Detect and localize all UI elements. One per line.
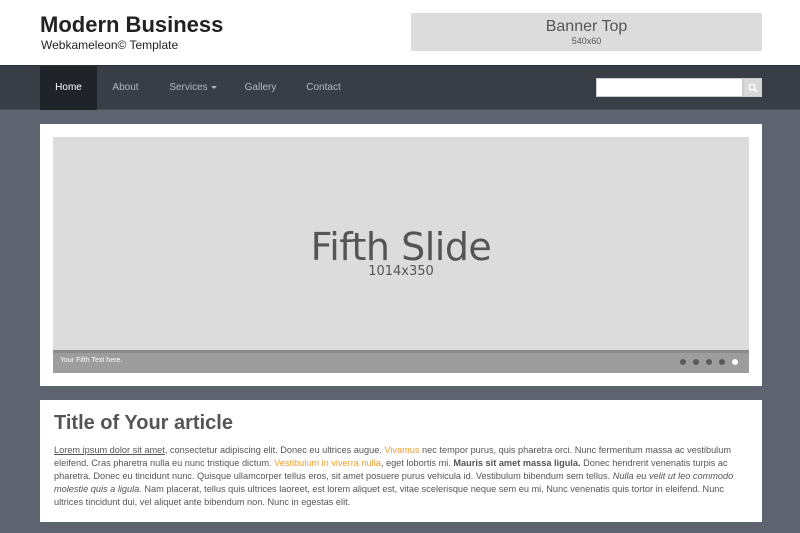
nav-item-label: Contact: [306, 82, 341, 93]
slider-panel: Fifth Slide 1014x350 Your Fifth Text her…: [40, 124, 762, 386]
search-icon: [748, 83, 758, 93]
slide-caption: Your Fifth Text here.: [60, 357, 123, 364]
site-header: Modern Business Webkameleon© Template Ba…: [0, 0, 800, 65]
nav-item-home[interactable]: Home: [40, 66, 97, 110]
carousel-slide[interactable]: Fifth Slide 1014x350 Your Fifth Text her…: [53, 137, 749, 373]
article-bold-text: Mauris sit amet massa ligula.: [453, 458, 581, 468]
banner-placeholder[interactable]: Banner Top 540x60: [411, 13, 762, 51]
article-text: , eget lobortis mi.: [380, 458, 454, 468]
nav-item-about[interactable]: About: [97, 66, 154, 110]
main-navbar: Home About Services Gallery Contact: [0, 65, 800, 110]
article-text: Nam placerat, tellus quis ultrices laore…: [54, 484, 725, 507]
article-body: Lorem ipsum dolor sit amet, consectetur …: [54, 444, 744, 509]
site-subtitle: Webkameleon© Template: [41, 38, 179, 52]
article-title: Title of Your article: [54, 412, 233, 434]
nav-item-gallery[interactable]: Gallery: [232, 66, 289, 110]
caret-down-icon: [210, 85, 217, 89]
slide-caption-bar: Your Fifth Text here.: [53, 350, 749, 373]
carousel-dot[interactable]: [693, 359, 699, 365]
nav-item-label: Services: [169, 82, 208, 93]
article-text: , consectetur adipiscing elit. Donec eu …: [164, 445, 385, 455]
carousel-dot[interactable]: [680, 359, 686, 365]
site-title[interactable]: Modern Business: [40, 12, 223, 38]
nav-item-label: About: [112, 82, 139, 93]
banner-title: Banner Top: [545, 18, 628, 35]
article-panel: Title of Your article Lorem ipsum dolor …: [40, 400, 762, 522]
search-button[interactable]: [743, 78, 762, 97]
article-link-vivamus[interactable]: Vivamus: [384, 445, 419, 455]
slide-title: Fifth Slide: [310, 225, 492, 269]
carousel-dot-active[interactable]: [732, 359, 738, 365]
slide-size: 1014x350: [368, 264, 434, 279]
article-link-lorem[interactable]: Lorem ipsum dolor sit amet: [54, 445, 165, 455]
nav-item-label: Gallery: [244, 82, 277, 93]
carousel-dot[interactable]: [719, 359, 725, 365]
search-input[interactable]: [596, 78, 743, 97]
nav-item-contact[interactable]: Contact: [295, 66, 352, 110]
banner-size: 540x60: [571, 36, 602, 46]
nav-item-label: Home: [55, 82, 82, 93]
nav-item-services[interactable]: Services: [158, 66, 228, 110]
carousel-dot[interactable]: [706, 359, 712, 365]
article-link-vestibulum[interactable]: Vestibulum in viverra nulla: [274, 458, 381, 468]
